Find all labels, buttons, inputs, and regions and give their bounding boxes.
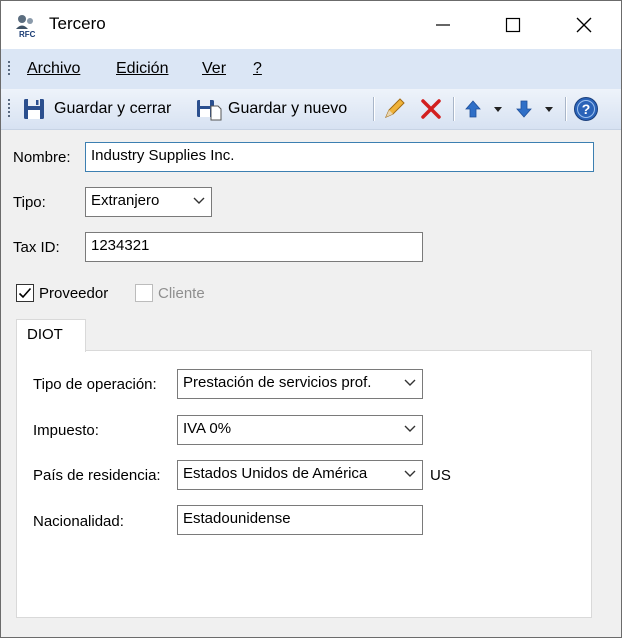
menu-help[interactable]: ? (253, 60, 262, 78)
close-button[interactable] (549, 1, 619, 49)
checkmark-icon (18, 287, 32, 299)
toolbar: Guardar y cerrar Guardar y nuevo ? (1, 89, 621, 130)
impuesto-label: Impuesto: (33, 422, 99, 439)
toolbar-separator (453, 97, 455, 121)
window-title: Tercero (49, 14, 106, 33)
chevron-down-icon (193, 197, 205, 204)
chevron-down-icon (404, 379, 416, 386)
menu-ver[interactable]: Ver (202, 60, 226, 78)
toolbar-separator (373, 97, 375, 121)
menu-help-label: ? (253, 60, 262, 77)
cliente-checkbox[interactable] (135, 284, 153, 302)
tipo-operacion-label: Tipo de operación: (33, 376, 157, 393)
save-close-label: Guardar y cerrar (54, 100, 172, 117)
pais-label: País de residencia: (33, 467, 161, 484)
menu-ver-label: Ver (202, 60, 227, 77)
title-bar[interactable]: RFC Tercero (1, 1, 621, 49)
nombre-label: Nombre: (13, 149, 71, 166)
proveedor-checkbox[interactable] (16, 284, 34, 302)
save-new-icon (197, 100, 222, 121)
maximize-button[interactable] (478, 1, 548, 49)
tipo-operacion-select[interactable]: Prestación de servicios prof. (177, 369, 423, 399)
svg-text:?: ? (582, 101, 591, 117)
svg-text:RFC: RFC (19, 30, 36, 38)
delete-icon (421, 99, 441, 119)
nacionalidad-field[interactable]: Estadounidense (177, 505, 423, 535)
save-new-label: Guardar y nuevo (228, 100, 348, 117)
menu-bar: Archivo Edición Ver ? (1, 49, 621, 89)
chevron-down-icon (404, 470, 416, 477)
menu-archivo-label: Archivo (27, 60, 81, 77)
save-close-button[interactable]: Guardar y cerrar (23, 89, 171, 129)
impuesto-select[interactable]: IVA 0% (177, 415, 423, 445)
move-up-button[interactable] (462, 89, 504, 129)
save-new-button[interactable]: Guardar y nuevo (196, 89, 347, 129)
menu-edicion[interactable]: Edición (116, 60, 168, 78)
minimize-button[interactable] (408, 1, 478, 49)
tab-diot-label: DIOT (27, 326, 63, 343)
minimize-icon (436, 24, 450, 26)
close-icon (576, 17, 592, 33)
help-icon: ? (574, 97, 598, 121)
save-close-icon (24, 99, 44, 119)
chevron-down-icon[interactable] (492, 103, 504, 115)
menu-edicion-label: Edición (116, 60, 169, 77)
tipo-select[interactable]: Extranjero (85, 187, 212, 217)
nacionalidad-label: Nacionalidad: (33, 513, 124, 530)
toolbar-grip (8, 97, 12, 119)
proveedor-label[interactable]: Proveedor (39, 285, 108, 302)
help-button[interactable]: ? (573, 89, 599, 129)
move-down-button[interactable] (513, 89, 555, 129)
chevron-down-icon (404, 425, 416, 432)
maximize-icon (505, 17, 521, 33)
down-arrow-icon (516, 100, 532, 118)
pais-code: US (430, 467, 451, 484)
tipo-operacion-value: Prestación de servicios prof. (183, 374, 372, 391)
delete-button[interactable] (419, 89, 443, 129)
tipo-label: Tipo: (13, 194, 46, 211)
impuesto-value: IVA 0% (183, 420, 232, 437)
chevron-down-icon[interactable] (543, 103, 555, 115)
pais-value: Estados Unidos de América (183, 465, 368, 482)
menu-archivo[interactable]: Archivo (27, 60, 80, 78)
tipo-select-value: Extranjero (91, 192, 160, 209)
tab-diot[interactable]: DIOT (16, 319, 86, 352)
up-arrow-icon (465, 100, 481, 118)
taxid-label: Tax ID: (13, 239, 60, 256)
cliente-label[interactable]: Cliente (158, 285, 205, 302)
toolbar-separator (565, 97, 567, 121)
window: RFC Tercero Archivo Edición Ver ? Guarda… (0, 0, 622, 638)
app-icon: RFC (16, 15, 36, 38)
taxid-field[interactable]: 1234321 (85, 232, 423, 262)
pais-select[interactable]: Estados Unidos de América (177, 460, 423, 490)
edit-pencil-icon (385, 98, 405, 118)
nombre-field[interactable]: Industry Supplies Inc. (85, 142, 594, 172)
menu-grip (8, 59, 12, 77)
edit-button[interactable] (382, 89, 406, 129)
